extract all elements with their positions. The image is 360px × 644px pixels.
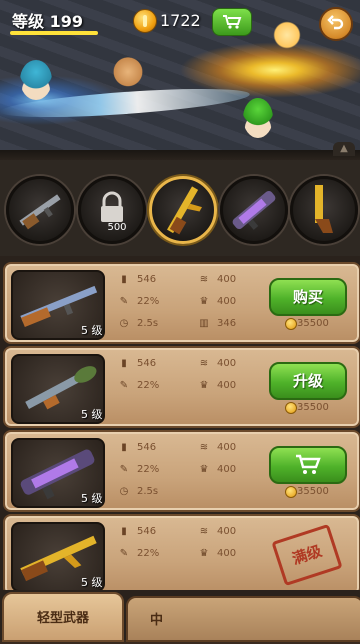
range-value: 400: [217, 296, 237, 307]
divider: [0, 150, 360, 160]
coin-icon: [133, 9, 157, 33]
weapon-slot-locked[interactable]: [78, 176, 146, 244]
range-icon: ♛: [199, 548, 209, 559]
shop-cart-button[interactable]: [212, 8, 252, 36]
plasma-gun-icon: [232, 190, 276, 230]
buy-button[interactable]: 购买: [269, 278, 347, 316]
clock-icon: ◷: [119, 486, 129, 497]
upgrade-button[interactable]: 升级: [269, 362, 347, 400]
weapon-thumbnail: 5 级: [11, 354, 105, 424]
coin-icon: [285, 486, 297, 498]
range-icon: ♛: [199, 380, 209, 391]
chevron-up-icon: ▲: [340, 143, 348, 154]
ammo-icon: ▮: [121, 358, 127, 369]
ammo-value: 546: [137, 274, 157, 285]
weapon-level: 5 级: [81, 492, 103, 505]
damage-value: 400: [217, 274, 237, 285]
weapon-slot-rifle[interactable]: [6, 176, 74, 244]
weapon-slot-golden-ak[interactable]: [149, 176, 217, 244]
back-button[interactable]: [319, 7, 353, 41]
player-level-label: 等级 199: [12, 12, 83, 31]
cart-icon: [296, 454, 321, 474]
ammo-icon: ▮: [121, 274, 127, 285]
crit-icon: ✎: [119, 548, 129, 559]
blue-helmet-character: [20, 60, 52, 100]
ammo-icon: ▮: [121, 526, 127, 537]
return-arrow-icon: [327, 15, 344, 30]
hamster-enemy: [112, 52, 144, 88]
range-value: 400: [217, 548, 237, 559]
range-value: 400: [217, 380, 237, 391]
coin-balance: 1722: [160, 11, 201, 30]
max-level-stamp: 满级: [271, 523, 343, 587]
range-icon: ♛: [199, 464, 209, 475]
hamster-enemy: [268, 20, 306, 50]
price: 35500: [297, 486, 329, 497]
add-to-cart-button[interactable]: [269, 446, 347, 484]
reload-value: 2.5s: [137, 318, 159, 329]
magazine-value: 346: [217, 318, 237, 329]
weapon-thumbnail: 5 级: [11, 522, 105, 592]
rifle-icon: [19, 194, 61, 230]
weapon-card[interactable]: 5 级 ▮ 546 ✎ 22% ≋ 400 ♛ 400 升级 35500: [3, 346, 360, 428]
damage-icon: ≋: [199, 526, 209, 537]
level-progress-bar: [10, 31, 98, 35]
green-helmet-character: [243, 98, 273, 138]
ammo-value: 546: [137, 526, 157, 537]
ammo-icon: ▮: [121, 442, 127, 453]
crit-icon: ✎: [119, 296, 129, 307]
cart-icon: [223, 15, 242, 29]
weapon-level: 5 级: [81, 576, 103, 589]
damage-value: 400: [217, 442, 237, 453]
golden-pistol-icon: [315, 185, 333, 233]
magazine-icon: ▥: [199, 318, 209, 329]
price: 35500: [297, 318, 329, 329]
damage-value: 400: [217, 358, 237, 369]
weapon-card[interactable]: 5 级 ▮ 546 ✎ 22% ◷ 2.5s ≋ 400 ♛ 400 35500: [3, 430, 360, 512]
price: 35500: [297, 402, 329, 413]
crit-value: 22%: [137, 296, 160, 307]
lock-price: 500: [107, 222, 127, 233]
ammo-value: 546: [137, 358, 157, 369]
range-icon: ♛: [199, 296, 209, 307]
weapon-card[interactable]: 5 级 ▮ 546 ✎ 22% ◷ 2.5s ≋ 400 ♛ 400 ▥ 346…: [3, 262, 360, 344]
crit-icon: ✎: [119, 464, 129, 475]
crit-value: 22%: [137, 380, 160, 391]
weapon-thumbnail: 5 级: [11, 270, 105, 340]
weapon-card[interactable]: 5 级 ▮ 546 ✎ 22% ≋ 400 ♛ 400 满级: [3, 514, 360, 596]
weapon-level: 5 级: [81, 324, 103, 337]
damage-icon: ≋: [199, 274, 209, 285]
weapon-level: 5 级: [81, 408, 103, 421]
collapse-toggle[interactable]: ▲: [333, 142, 355, 156]
clock-icon: ◷: [119, 318, 129, 329]
weapon-thumbnail: 5 级: [11, 438, 105, 508]
weapon-slot-golden-pistol[interactable]: [290, 176, 358, 244]
range-value: 400: [217, 464, 237, 475]
weapon-slot-plasma-gun[interactable]: [220, 176, 288, 244]
crit-value: 22%: [137, 548, 160, 559]
crit-icon: ✎: [119, 380, 129, 391]
coin-icon: [285, 318, 297, 330]
golden-ak-icon: [167, 186, 202, 235]
damage-icon: ≋: [199, 358, 209, 369]
tab-next[interactable]: 中: [126, 596, 360, 642]
crit-value: 22%: [137, 464, 160, 475]
damage-icon: ≋: [199, 442, 209, 453]
coin-icon: [285, 402, 297, 414]
reload-value: 2.5s: [137, 486, 159, 497]
tab-light-weapons[interactable]: 轻型武器: [2, 592, 124, 642]
damage-value: 400: [217, 526, 237, 537]
ammo-value: 546: [137, 442, 157, 453]
